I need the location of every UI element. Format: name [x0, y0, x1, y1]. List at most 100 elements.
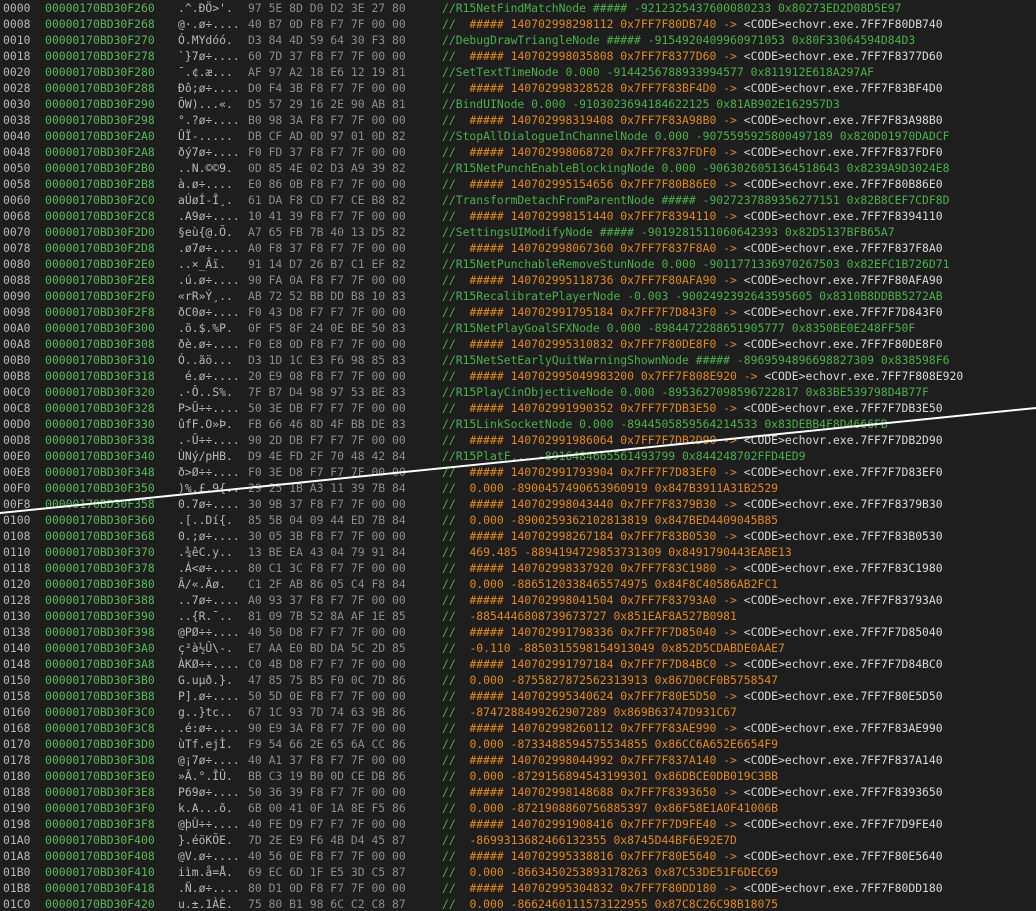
row-address[interactable]: 00000170BD30F388: [45, 592, 155, 608]
dump-row[interactable]: 0100 00000170BD30F360 .[..Dí{. 85 5B 04 09 …: [0, 512, 1036, 528]
dump-row[interactable]: 0080 00000170BD30F2E0 ..×_Âï. 91 14 D7 26 B…: [0, 256, 1036, 272]
row-address[interactable]: 00000170BD30F418: [45, 880, 155, 896]
row-address[interactable]: 00000170BD30F2B8: [45, 176, 155, 192]
dump-row[interactable]: 0038 00000170BD30F298 °.?ø÷.... B0 98 3A F8…: [0, 112, 1036, 128]
dump-row[interactable]: 0120 00000170BD30F380 Â/«.Äø. C1 2F AB 86 0…: [0, 576, 1036, 592]
row-address[interactable]: 00000170BD30F368: [45, 528, 155, 544]
row-address[interactable]: 00000170BD30F2A0: [45, 128, 155, 144]
row-address[interactable]: 00000170BD30F320: [45, 384, 155, 400]
dump-row[interactable]: 0188 00000170BD30F3E8 P69ø÷.... 50 36 39 F8…: [0, 784, 1036, 800]
dump-row[interactable]: 0008 00000170BD30F268 @·.ø÷.... 40 B7 0D F8…: [0, 16, 1036, 32]
dump-row[interactable]: 0130 00000170BD30F390 ..{R.¯.. 81 09 7B 52 …: [0, 608, 1036, 624]
row-address[interactable]: 00000170BD30F2D8: [45, 240, 155, 256]
row-address[interactable]: 00000170BD30F348: [45, 464, 155, 480]
dump-row[interactable]: 0150 00000170BD30F3B0 G.uµð.}. 47 85 75 B5 …: [0, 672, 1036, 688]
row-address[interactable]: 00000170BD30F408: [45, 848, 155, 864]
row-address[interactable]: 00000170BD30F380: [45, 576, 155, 592]
row-address[interactable]: 00000170BD30F420: [45, 896, 155, 911]
dump-row[interactable]: 0078 00000170BD30F2D8 .ø7ø÷.... A0 F8 37 F8…: [0, 240, 1036, 256]
row-address[interactable]: 00000170BD30F298: [45, 112, 155, 128]
dump-row[interactable]: 0098 00000170BD30F2F8 ðC0ø÷.... F0 43 D8 F7…: [0, 304, 1036, 320]
row-address[interactable]: 00000170BD30F3A0: [45, 640, 155, 656]
row-address[interactable]: 00000170BD30F278: [45, 48, 155, 64]
row-address[interactable]: 00000170BD30F3F8: [45, 816, 155, 832]
dump-row[interactable]: 0090 00000170BD30F2F0 «rR»Ý¸.. AB 72 52 BB …: [0, 288, 1036, 304]
row-address[interactable]: 00000170BD30F3C8: [45, 720, 155, 736]
row-address[interactable]: 00000170BD30F398: [45, 624, 155, 640]
dump-row[interactable]: 01B8 00000170BD30F418 .Ñ.ø÷.... 80 D1 0D F8…: [0, 880, 1036, 896]
dump-row[interactable]: 00A8 00000170BD30F308 ðè.ø÷.... F0 E8 0D F8…: [0, 336, 1036, 352]
dump-row[interactable]: 0138 00000170BD30F398 @PØ÷÷.... 40 50 D8 F7…: [0, 624, 1036, 640]
row-address[interactable]: 00000170BD30F358: [45, 496, 155, 512]
dump-row[interactable]: 00F0 00000170BD30F350)%.£.9{.. 29 25 1B A3…: [0, 480, 1036, 496]
dump-row[interactable]: 0198 00000170BD30F3F8 @þÙ÷÷.... 40 FE D9 F7…: [0, 816, 1036, 832]
row-address[interactable]: 00000170BD30F3E8: [45, 784, 155, 800]
dump-row[interactable]: 00F8 00000170BD30F358 0.7ø÷.... 30 9B 37 F8…: [0, 496, 1036, 512]
dump-row[interactable]: 0028 00000170BD30F288 Ðô;ø÷.... D0 F4 3B F8…: [0, 80, 1036, 96]
row-address[interactable]: 00000170BD30F300: [45, 320, 155, 336]
row-address[interactable]: 00000170BD30F338: [45, 432, 155, 448]
row-address[interactable]: 00000170BD30F378: [45, 560, 155, 576]
dump-row[interactable]: 0050 00000170BD30F2B0 ..N.©©9. 0D 85 4E 02 …: [0, 160, 1036, 176]
row-address[interactable]: 00000170BD30F410: [45, 864, 155, 880]
dump-row[interactable]: 01A0 00000170BD30F400}.éöKÕE. 7D 2E E9 F6 …: [0, 832, 1036, 848]
dump-row[interactable]: 00B0 00000170BD30F310 Ó..ãö... D3 1D 1C E3 …: [0, 352, 1036, 368]
row-address[interactable]: 00000170BD30F290: [45, 96, 155, 112]
dump-row[interactable]: 0190 00000170BD30F3F0 k.A...õ. 6B 00 41 0F …: [0, 800, 1036, 816]
dump-row[interactable]: 0058 00000170BD30F2B8 à.ø÷.... E0 86 0B F8 …: [0, 176, 1036, 192]
row-address[interactable]: 00000170BD30F270: [45, 32, 155, 48]
row-address[interactable]: 00000170BD30F280: [45, 64, 155, 80]
row-address[interactable]: 00000170BD30F268: [45, 16, 155, 32]
dump-row[interactable]: 01A8 00000170BD30F408 @V.ø÷.... 40 56 0E F8…: [0, 848, 1036, 864]
dump-row[interactable]: 0010 00000170BD30F270 Ó.MYdóó. D3 84 4D 59 …: [0, 32, 1036, 48]
row-address[interactable]: 00000170BD30F330: [45, 416, 155, 432]
dump-row[interactable]: 0048 00000170BD30F2A8 ðý7ø÷.... F0 FD 37 F8…: [0, 144, 1036, 160]
row-address[interactable]: 00000170BD30F2C0: [45, 192, 155, 208]
dump-row[interactable]: 0168 00000170BD30F3C8 .é:ø÷.... 90 E9 3A F8…: [0, 720, 1036, 736]
dump-row[interactable]: 0070 00000170BD30F2D0 §eù{@.Õ. A7 65 FB 7B …: [0, 224, 1036, 240]
dump-row[interactable]: 00B8 00000170BD30F318 é.ø÷.... 20 E9 08 F8…: [0, 368, 1036, 384]
dump-row[interactable]: 0030 00000170BD30F290 ÕW)...«. D5 57 29 16 …: [0, 96, 1036, 112]
dump-row[interactable]: 0178 00000170BD30F3D8 @¡7ø÷.... 40 A1 37 F8…: [0, 752, 1036, 768]
dump-row[interactable]: 0060 00000170BD30F2C0 aÚøÍ-Î¸. 61 DA F8 CD …: [0, 192, 1036, 208]
row-address[interactable]: 00000170BD30F2F8: [45, 304, 155, 320]
row-address[interactable]: 00000170BD30F260: [45, 0, 155, 16]
dump-row[interactable]: 0148 00000170BD30F3A8 ÀKØ÷÷.... C0 4B D8 F7…: [0, 656, 1036, 672]
row-address[interactable]: 00000170BD30F3D8: [45, 752, 155, 768]
row-address[interactable]: 00000170BD30F3F0: [45, 800, 155, 816]
row-address[interactable]: 00000170BD30F310: [45, 352, 155, 368]
dump-row[interactable]: 0108 00000170BD30F368 0.;ø÷.... 30 05 3B F8…: [0, 528, 1036, 544]
dump-row[interactable]: 00D0 00000170BD30F330 ûfF.O»Þ. FB 66 46 8D …: [0, 416, 1036, 432]
row-address[interactable]: 00000170BD30F3A8: [45, 656, 155, 672]
row-address[interactable]: 00000170BD30F350: [45, 480, 155, 496]
memory-dump-view[interactable]: 0000 00000170BD30F260 .^.ĐÖ>'. 97 5E 8D D0 …: [0, 0, 1036, 911]
row-address[interactable]: 00000170BD30F360: [45, 512, 155, 528]
row-address[interactable]: 00000170BD30F2D0: [45, 224, 155, 240]
row-address[interactable]: 00000170BD30F3D0: [45, 736, 155, 752]
row-address[interactable]: 00000170BD30F2B0: [45, 160, 155, 176]
dump-row[interactable]: 0160 00000170BD30F3C0 g..}tc.. 67 1C 93 7D …: [0, 704, 1036, 720]
row-address[interactable]: 00000170BD30F328: [45, 400, 155, 416]
row-address[interactable]: 00000170BD30F2A8: [45, 144, 155, 160]
row-address[interactable]: 00000170BD30F2F0: [45, 288, 155, 304]
row-address[interactable]: 00000170BD30F318: [45, 368, 155, 384]
row-address[interactable]: 00000170BD30F2C8: [45, 208, 155, 224]
dump-row[interactable]: 0020 00000170BD30F280 ¯.¢.æ... AF 97 A2 18 …: [0, 64, 1036, 80]
row-address[interactable]: 00000170BD30F3B8: [45, 688, 155, 704]
row-address[interactable]: 00000170BD30F390: [45, 608, 155, 624]
dump-row[interactable]: 0170 00000170BD30F3D0 ùTf.ejÌ. F9 54 66 2E …: [0, 736, 1036, 752]
dump-row[interactable]: 0180 00000170BD30F3E0 »Ã.°.ÎÛ. BB C3 19 B0 …: [0, 768, 1036, 784]
row-address[interactable]: 00000170BD30F370: [45, 544, 155, 560]
dump-row[interactable]: 0128 00000170BD30F388 ..7ø÷.... A0 93 37 F8…: [0, 592, 1036, 608]
dump-row[interactable]: 00D8 00000170BD30F338 .-Û÷÷.... 90 2D DB F7…: [0, 432, 1036, 448]
dump-row[interactable]: 0110 00000170BD30F370 .¾êC.y.. 13 BE EA 43 …: [0, 544, 1036, 560]
dump-row[interactable]: 0118 00000170BD30F378 .Á<ø÷.... 80 C1 3C F8…: [0, 560, 1036, 576]
dump-row[interactable]: 00C0 00000170BD30F320 .·Ô..S%. 7F B7 D4 98 …: [0, 384, 1036, 400]
dump-row[interactable]: 00C8 00000170BD30F328 P>Û÷÷.... 50 3E DB F7…: [0, 400, 1036, 416]
dump-row[interactable]: 00E0 00000170BD30F340 ÙNý/pHB. D9 4E FD 2F …: [0, 448, 1036, 464]
dump-row[interactable]: 0158 00000170BD30F3B8 P].ø÷.... 50 5D 0E F8…: [0, 688, 1036, 704]
dump-row[interactable]: 0018 00000170BD30F278 `}7ø÷.... 60 7D 37 F8…: [0, 48, 1036, 64]
dump-row[interactable]: 01B0 00000170BD30F410 iìm.å=Å. 69 EC 6D 1F …: [0, 864, 1036, 880]
row-address[interactable]: 00000170BD30F3B0: [45, 672, 155, 688]
dump-row[interactable]: 00E8 00000170BD30F348 ð>Ø÷÷.... F0 3E D8 F7…: [0, 464, 1036, 480]
